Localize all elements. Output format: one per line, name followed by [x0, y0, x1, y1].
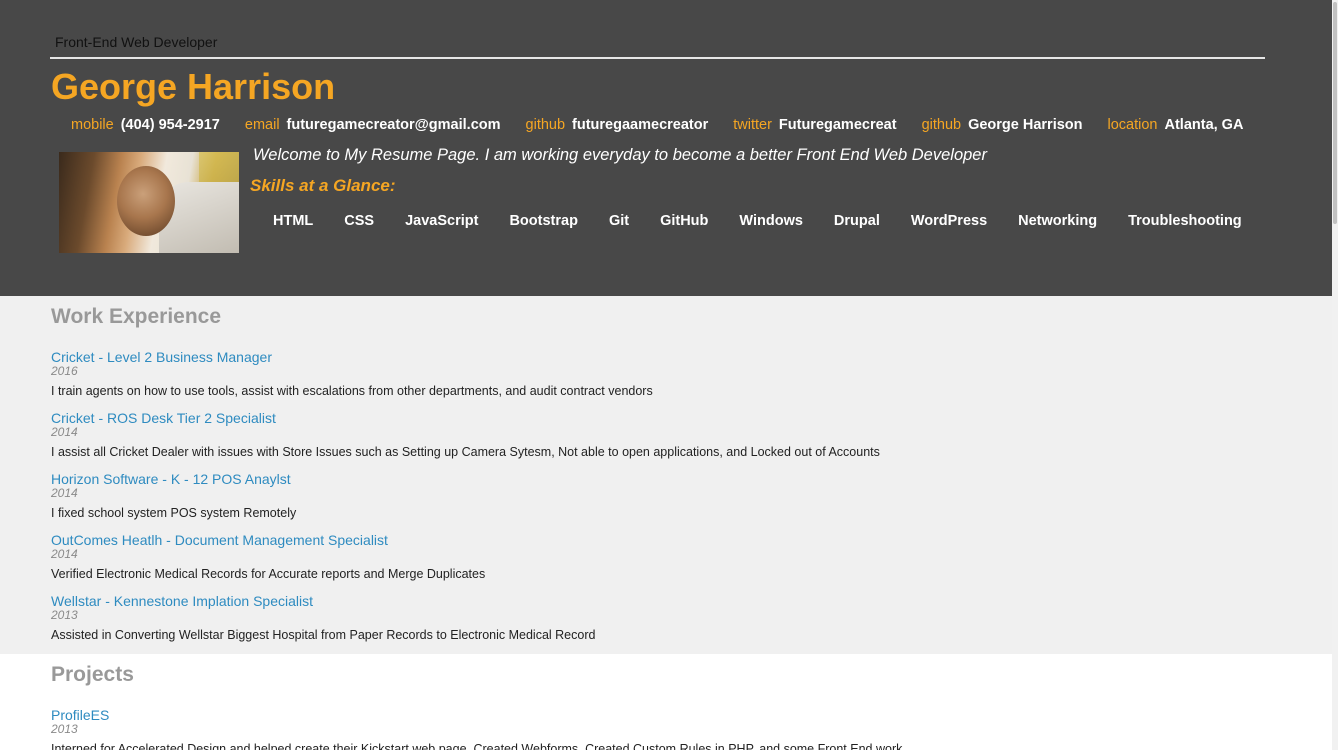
skill-item: HTML [273, 213, 314, 229]
job-year: 2014 [51, 425, 78, 439]
contact-email-label: email [244, 117, 280, 133]
job-entry: OutComes Heatlh - Document Management Sp… [51, 532, 1251, 582]
contact-location: location Atlanta, GA [1108, 117, 1244, 133]
job-year: 2014 [51, 547, 78, 561]
contact-github-2-label: github [921, 117, 962, 133]
skill-item: CSS [344, 213, 375, 229]
contact-github: github futuregaamecreator [526, 117, 709, 133]
skill-item: JavaScript [405, 213, 479, 229]
scrollbar-thumb[interactable] [1333, 2, 1337, 224]
skill-item: GitHub [660, 213, 709, 229]
contact-twitter: twitter Futuregamecreat [733, 117, 896, 133]
project-entry: ProfileES 2013 Interned for Accelerated … [51, 707, 1251, 750]
contact-github-label: github [525, 117, 566, 133]
job-role: Front-End Web Developer [55, 34, 218, 50]
job-description: Verified Electronic Medical Records for … [51, 567, 486, 581]
vertical-scrollbar[interactable] [1332, 0, 1338, 750]
contact-bar: mobile (404) 954-2917 email futuregamecr… [71, 117, 1243, 133]
contact-github-2-value[interactable]: George Harrison [968, 117, 1082, 133]
person-name: George Harrison [51, 66, 336, 107]
profile-photo [59, 152, 239, 253]
job-description: I assist all Cricket Dealer with issues … [51, 445, 880, 459]
project-year: 2013 [51, 722, 78, 736]
contact-email-value[interactable]: futuregamecreator@gmail.com [287, 117, 501, 133]
job-entry: Horizon Software - K - 12 POS Anaylst 20… [51, 471, 1251, 521]
contact-mobile: mobile (404) 954-2917 [71, 117, 220, 133]
project-title-link[interactable]: ProfileES [51, 707, 1251, 723]
contact-github-value[interactable]: futuregaamecreator [572, 117, 708, 133]
contact-mobile-label: mobile [71, 117, 114, 133]
skill-item: Git [608, 213, 630, 229]
contact-email: email futuregamecreator@gmail.com [245, 117, 501, 133]
skills-list: HTML CSS JavaScript Bootstrap Git GitHub… [273, 213, 1242, 229]
skill-item: Troubleshooting [1128, 213, 1242, 229]
contact-mobile-value[interactable]: (404) 954-2917 [121, 117, 220, 133]
job-entry: Cricket - ROS Desk Tier 2 Specialist 201… [51, 410, 1251, 460]
projects-title: Projects [51, 663, 134, 686]
work-experience-title: Work Experience [51, 305, 222, 328]
job-entry: Cricket - Level 2 Business Manager 2016 … [51, 349, 1251, 399]
resume-header: Front-End Web Developer George Harrison … [0, 0, 1338, 296]
job-title-link[interactable]: Horizon Software - K - 12 POS Anaylst [51, 471, 1251, 487]
skills-title: Skills at a Glance: [250, 176, 396, 195]
job-title-link[interactable]: OutComes Heatlh - Document Management Sp… [51, 532, 1251, 548]
skill-item: Drupal [833, 213, 880, 229]
work-experience-section: Work Experience Cricket - Level 2 Busine… [0, 296, 1332, 654]
job-year: 2016 [51, 364, 78, 378]
skill-item: Windows [739, 213, 803, 229]
resume-page: Front-End Web Developer George Harrison … [0, 0, 1338, 750]
skill-item: WordPress [910, 213, 988, 229]
job-description: I fixed school system POS system Remotel… [51, 506, 297, 520]
job-description: Assisted in Converting Wellstar Biggest … [51, 628, 596, 642]
job-year: 2013 [51, 608, 78, 622]
contact-github-2: github George Harrison [922, 117, 1083, 133]
project-description: Interned for Accelerated Design and help… [51, 742, 903, 750]
job-title-link[interactable]: Cricket - ROS Desk Tier 2 Specialist [51, 410, 1251, 426]
job-title-link[interactable]: Cricket - Level 2 Business Manager [51, 349, 1251, 365]
job-entry: Wellstar - Kennestone Implation Speciali… [51, 593, 1251, 643]
skill-item: Bootstrap [509, 213, 578, 229]
contact-location-label: location [1107, 117, 1158, 133]
job-description: I train agents on how to use tools, assi… [51, 384, 653, 398]
skill-item: Networking [1018, 213, 1098, 229]
contact-twitter-value[interactable]: Futuregamecreat [779, 117, 897, 133]
job-title-link[interactable]: Wellstar - Kennestone Implation Speciali… [51, 593, 1251, 609]
header-divider [50, 57, 1265, 59]
welcome-message: Welcome to My Resume Page. I am working … [253, 146, 987, 164]
job-year: 2014 [51, 486, 78, 500]
projects-section: Projects ProfileES 2013 Interned for Acc… [0, 654, 1332, 750]
contact-location-value: Atlanta, GA [1164, 117, 1244, 133]
contact-twitter-label: twitter [733, 117, 772, 133]
